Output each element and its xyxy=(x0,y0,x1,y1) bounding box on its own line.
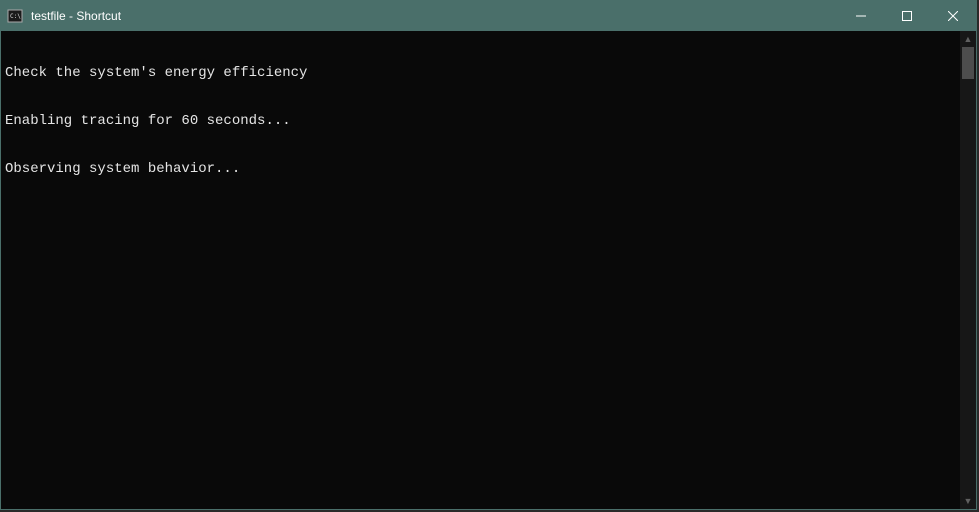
minimize-button[interactable] xyxy=(838,1,884,31)
cmd-icon: C:\ xyxy=(7,8,23,24)
vertical-scrollbar[interactable]: ▲ ▼ xyxy=(960,31,976,509)
console-line: Check the system's energy efficiency xyxy=(5,65,956,81)
titlebar[interactable]: C:\ testfile - Shortcut xyxy=(1,1,976,31)
application-window: C:\ testfile - Shortcut Check the system… xyxy=(0,0,977,510)
titlebar-left: C:\ testfile - Shortcut xyxy=(1,8,121,24)
console-area: Check the system's energy efficiency Ena… xyxy=(1,31,976,509)
scrollbar-down-arrow-icon[interactable]: ▼ xyxy=(960,493,976,509)
console-line: Enabling tracing for 60 seconds... xyxy=(5,113,956,129)
scrollbar-up-arrow-icon[interactable]: ▲ xyxy=(960,31,976,47)
console-line: Observing system behavior... xyxy=(5,161,956,177)
scrollbar-thumb[interactable] xyxy=(962,47,974,79)
window-controls xyxy=(838,1,976,31)
window-title: testfile - Shortcut xyxy=(31,9,121,23)
console-output[interactable]: Check the system's energy efficiency Ena… xyxy=(1,31,960,509)
close-button[interactable] xyxy=(930,1,976,31)
maximize-button[interactable] xyxy=(884,1,930,31)
svg-text:C:\: C:\ xyxy=(10,13,21,20)
